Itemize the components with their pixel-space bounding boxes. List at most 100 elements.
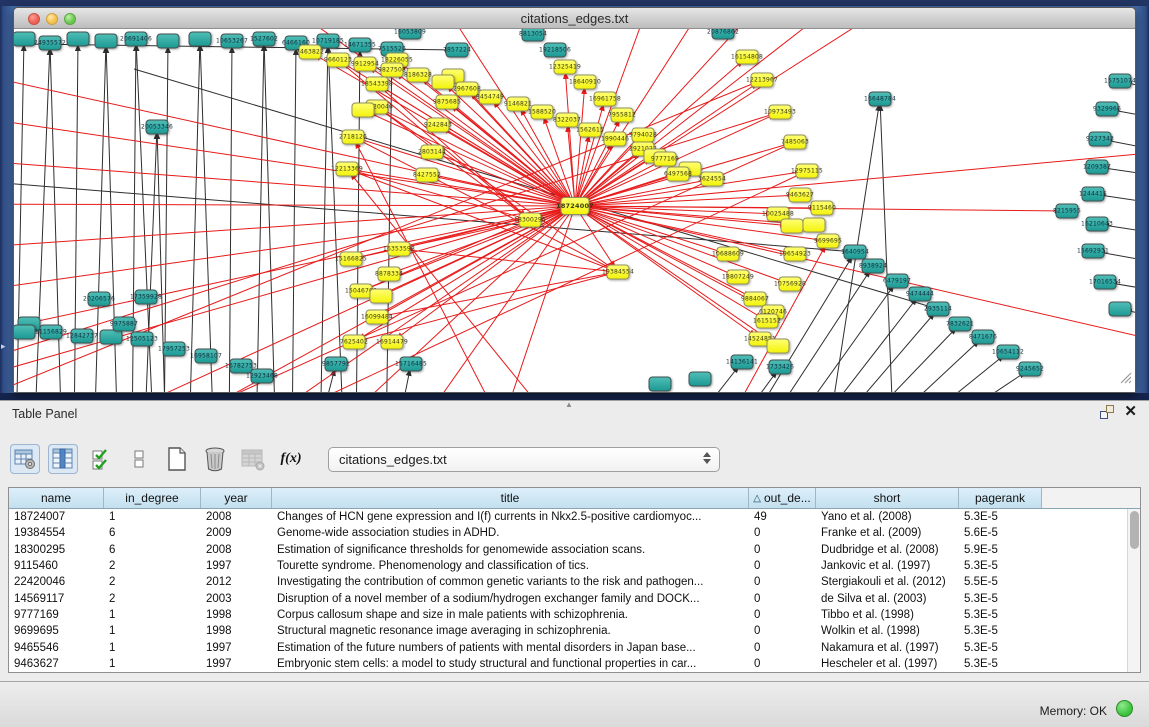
- table-cell[interactable]: 9465546: [9, 642, 104, 654]
- graph-node[interactable]: [370, 289, 393, 304]
- table-cell[interactable]: 0: [749, 625, 816, 637]
- table-cell[interactable]: Embryonic stem cells: a model to study s…: [272, 658, 749, 670]
- graph-node[interactable]: 8322037: [556, 113, 579, 128]
- graph-node[interactable]: 19384554: [607, 265, 630, 280]
- column-visibility-button[interactable]: [48, 444, 78, 474]
- graph-node[interactable]: 9975887: [113, 317, 136, 332]
- column-header-short[interactable]: short: [816, 488, 959, 508]
- table-cell[interactable]: 5.3E-5: [959, 560, 1042, 572]
- graph-node[interactable]: 20876862: [712, 29, 735, 40]
- graph-node[interactable]: 9242843: [427, 118, 450, 133]
- float-panel-icon[interactable]: [1100, 405, 1114, 419]
- graph-node[interactable]: 15692931: [1082, 244, 1105, 259]
- table-cell[interactable]: Tourette syndrome. Phenomenology and cla…: [272, 560, 749, 572]
- graph-node[interactable]: 16914479: [381, 335, 404, 350]
- table-row[interactable]: 946554611997Estimation of the future num…: [9, 639, 1140, 655]
- graph-node[interactable]: 8215955: [1056, 204, 1079, 219]
- table-cell[interactable]: 2: [104, 593, 201, 605]
- table-cell[interactable]: 1: [104, 511, 201, 523]
- graph-node-hub[interactable]: 18724007: [561, 197, 590, 215]
- scrollbar-thumb[interactable]: [1130, 511, 1139, 549]
- graph-node[interactable]: 7625402: [343, 335, 366, 350]
- network-canvas[interactable]: 1872400724935572206914061065326715276026…: [14, 29, 1135, 392]
- graph-node[interactable]: 20206576: [88, 292, 111, 307]
- graph-node[interactable]: 8454749: [479, 90, 502, 105]
- table-cell[interactable]: 5.3E-5: [959, 511, 1042, 523]
- table-cell[interactable]: 49: [749, 511, 816, 523]
- graph-node[interactable]: 9474444: [909, 287, 932, 302]
- table-cell[interactable]: 5.6E-5: [959, 527, 1042, 539]
- table-cell[interactable]: 5.3E-5: [959, 609, 1042, 621]
- table-cell[interactable]: 0: [749, 642, 816, 654]
- graph-node[interactable]: 16099484: [366, 310, 389, 325]
- table-row[interactable]: 977716911998Corpus callosum shape and si…: [9, 607, 1140, 623]
- row-height-button[interactable]: [124, 444, 154, 474]
- graph-node[interactable]: 7955812: [611, 108, 634, 123]
- table-cell[interactable]: Jankovic et al. (1997): [816, 560, 959, 572]
- graph-node[interactable]: 17957253: [163, 342, 186, 357]
- graph-node[interactable]: [100, 330, 123, 345]
- table-cell[interactable]: Disruption of a novel member of a sodium…: [272, 593, 749, 605]
- graph-node[interactable]: 10653267: [221, 34, 244, 49]
- table-cell[interactable]: Genome-wide association studies in ADHD.: [272, 527, 749, 539]
- column-header-year[interactable]: year: [201, 488, 272, 508]
- graph-node[interactable]: [352, 103, 375, 118]
- graph-node[interactable]: [649, 377, 672, 392]
- function-builder-button[interactable]: f(x): [276, 444, 306, 474]
- graph-node[interactable]: 6479197: [886, 274, 909, 289]
- table-cell[interactable]: 0: [749, 576, 816, 588]
- graph-node[interactable]: [14, 32, 36, 47]
- table-settings-button[interactable]: [10, 444, 40, 474]
- table-row[interactable]: 969969511998Structural magnetic resonanc…: [9, 623, 1140, 639]
- graph-node[interactable]: 12975115: [796, 164, 819, 179]
- table-cell[interactable]: 5.3E-5: [959, 658, 1042, 670]
- graph-node[interactable]: 9115460: [811, 201, 834, 216]
- graph-node[interactable]: 19218506: [544, 43, 567, 58]
- graph-node[interactable]: 14671355: [349, 38, 372, 53]
- panel-collapse-arrow-icon[interactable]: ▸: [1, 342, 6, 351]
- table-cell[interactable]: 9463627: [9, 658, 104, 670]
- graph-node[interactable]: 8471676: [972, 330, 995, 345]
- graph-node[interactable]: [781, 219, 804, 234]
- table-cell[interactable]: 1998: [201, 609, 272, 621]
- table-selector-dropdown[interactable]: citations_edges.txt: [328, 447, 720, 472]
- graph-node[interactable]: 14136141: [731, 355, 754, 370]
- graph-node[interactable]: 9329966: [1096, 102, 1119, 117]
- graph-node[interactable]: 19654923: [784, 247, 807, 262]
- column-header-out-de-[interactable]: △out_de...: [749, 488, 816, 508]
- table-cell[interactable]: Hescheler et al. (1997): [816, 658, 959, 670]
- table-row[interactable]: 1456911722003Disruption of a novel membe…: [9, 590, 1140, 606]
- table-cell[interactable]: Corpus callosum shape and size in male p…: [272, 609, 749, 621]
- graph-node[interactable]: 1615152: [756, 314, 779, 329]
- graph-node[interactable]: 3624554: [701, 172, 724, 187]
- graph-node[interactable]: 2935114: [927, 302, 950, 317]
- memory-indicator[interactable]: [1116, 700, 1133, 717]
- graph-node[interactable]: 7485063: [784, 135, 807, 150]
- table-cell[interactable]: 14569117: [9, 593, 104, 605]
- graph-node[interactable]: 12505123: [131, 332, 154, 347]
- graph-node[interactable]: 20053346: [146, 120, 169, 135]
- table-cell[interactable]: 1998: [201, 625, 272, 637]
- table-cell[interactable]: 5.3E-5: [959, 593, 1042, 605]
- table-cell[interactable]: 0: [749, 544, 816, 556]
- graph-node[interactable]: 16210643: [1086, 217, 1109, 232]
- graph-node[interactable]: 10756928: [779, 277, 802, 292]
- graph-node[interactable]: 12213369: [336, 162, 359, 177]
- close-panel-icon[interactable]: ✕: [1124, 405, 1137, 419]
- graph-node[interactable]: 9777169: [654, 152, 677, 167]
- graph-node[interactable]: 16961758: [594, 92, 617, 107]
- graph-node[interactable]: [803, 218, 826, 233]
- graph-node[interactable]: 18807249: [727, 270, 750, 285]
- table-cell[interactable]: Estimation of the future numbers of pati…: [272, 642, 749, 654]
- table-cell[interactable]: 6: [104, 544, 201, 556]
- table-cell[interactable]: 1997: [201, 658, 272, 670]
- graph-node[interactable]: 8186328: [407, 68, 430, 83]
- table-cell[interactable]: de Silva et al. (2003): [816, 593, 959, 605]
- table-cell[interactable]: 1: [104, 609, 201, 621]
- graph-node[interactable]: 15716485: [400, 357, 423, 372]
- table-row[interactable]: 2242004622012Investigating the contribut…: [9, 574, 1140, 590]
- graph-node[interactable]: 8813054: [522, 29, 545, 42]
- graph-node[interactable]: 9875685: [436, 95, 459, 110]
- graph-node[interactable]: 10688609: [717, 247, 740, 262]
- graph-node[interactable]: 1588520: [531, 105, 554, 120]
